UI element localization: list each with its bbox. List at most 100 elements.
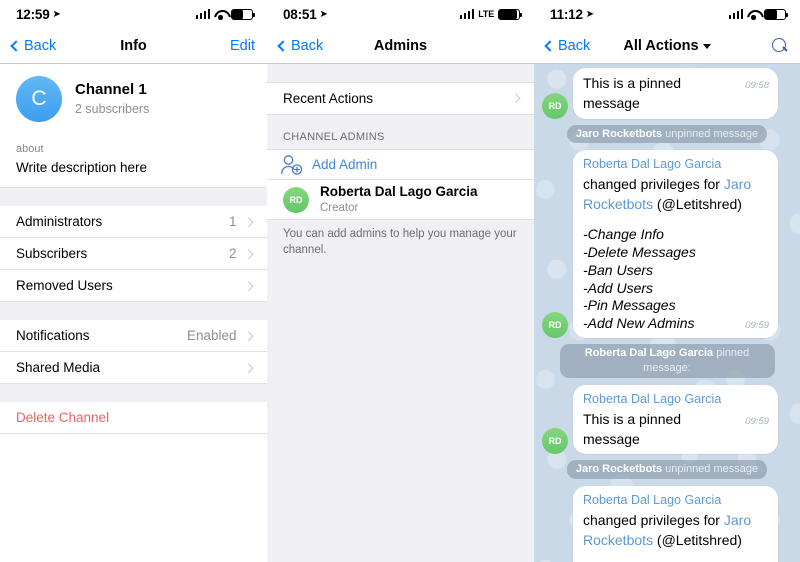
panel-channel-info: 12:59 ➤ Back Info Edit C Channel 1 2 sub… bbox=[0, 0, 267, 562]
privilege-list: -Change Info -Delete Messages -Ban Users… bbox=[583, 226, 769, 333]
avatar: RD bbox=[542, 428, 568, 455]
sidebar-item-removed-users[interactable]: Removed Users bbox=[0, 270, 267, 303]
cellular-signal-icon bbox=[459, 9, 475, 19]
row-value: Enabled bbox=[186, 328, 237, 344]
message-text: changed privileges for Jaro Rocketbots (… bbox=[583, 510, 769, 551]
service-action: unpinned message bbox=[662, 127, 759, 140]
service-action: unpinned message bbox=[662, 463, 759, 476]
status-time: 12:59 bbox=[16, 6, 50, 22]
status-bar-middle: 08:51 ➤ LTE bbox=[267, 0, 534, 28]
status-time: 08:51 bbox=[283, 6, 317, 22]
message-bubble[interactable]: Roberta Dal Lago Garcia changed privileg… bbox=[573, 150, 778, 339]
message-lead: changed privileges for bbox=[583, 176, 724, 193]
chevron-right-icon bbox=[243, 363, 253, 373]
privilege-item: -Pin Messages bbox=[583, 297, 676, 314]
message-row: RD Roberta Dal Lago Garcia This is a pin… bbox=[542, 384, 792, 455]
battery-icon bbox=[231, 8, 256, 20]
list-gap bbox=[267, 64, 534, 82]
battery-icon bbox=[498, 8, 523, 20]
row-label: Subscribers bbox=[16, 246, 88, 262]
privilege-item: -Change Info bbox=[583, 225, 664, 242]
sidebar-item-recent-actions[interactable]: Recent Actions bbox=[267, 82, 534, 115]
message-author: Roberta Dal Lago Garcia bbox=[583, 391, 722, 406]
message-time: 09:58 bbox=[745, 80, 769, 91]
privilege-item: -Add Users bbox=[583, 279, 654, 296]
message-bubble[interactable]: Roberta Dal Lago Garcia changed privileg… bbox=[573, 486, 778, 562]
nav-bar-middle: Back Admins bbox=[267, 28, 534, 64]
about-text: Write description here bbox=[16, 159, 148, 175]
status-time: 11:12 bbox=[550, 6, 583, 22]
message-text: This is a pinned message bbox=[583, 410, 682, 447]
row-label: Shared Media bbox=[16, 360, 101, 376]
avatar: RD bbox=[542, 92, 568, 119]
sidebar-item-notifications[interactable]: Notifications Enabled bbox=[0, 320, 267, 353]
carrier-label: LTE bbox=[478, 9, 494, 19]
service-actor: Roberta Dal Lago Garcia bbox=[584, 347, 714, 360]
privilege-item: -Ban Users bbox=[583, 261, 654, 278]
message-time: 09:59 bbox=[745, 320, 769, 332]
chat-log[interactable]: RD This is a pinned message 09:58 Jaro R… bbox=[534, 64, 800, 562]
search-icon[interactable] bbox=[772, 37, 788, 54]
location-arrow-icon: ➤ bbox=[585, 8, 595, 20]
message-row: RD Roberta Dal Lago Garcia changed privi… bbox=[542, 486, 792, 562]
service-message: Jaro Rocketbots unpinned message bbox=[542, 124, 792, 144]
section-footer-admins: You can add admins to help you manage yo… bbox=[267, 220, 534, 259]
channel-subscribers: 2 subscribers bbox=[75, 101, 150, 116]
message-author: Roberta Dal Lago Garcia bbox=[583, 493, 722, 508]
nav-bar-right: Back All Actions bbox=[534, 28, 800, 64]
privilege-item: -Delete Messages bbox=[583, 243, 696, 260]
status-bar-right: 11:12 ➤ bbox=[534, 0, 800, 28]
sidebar-item-shared-media[interactable]: Shared Media bbox=[0, 352, 267, 385]
sidebar-item-administrators[interactable]: Administrators 1 bbox=[0, 206, 267, 239]
panel-all-actions: 11:12 ➤ Back All Actions RD This is a pi… bbox=[534, 0, 800, 562]
list-gap bbox=[0, 384, 267, 403]
service-actor: Jaro Rocketbots bbox=[575, 463, 663, 476]
chevron-right-icon bbox=[510, 93, 520, 104]
add-admin-label: Add Admin bbox=[312, 157, 378, 172]
avatar: RD bbox=[283, 186, 309, 213]
about-block[interactable]: about Write description here bbox=[0, 134, 267, 189]
message-text: changed privileges for Jaro Rocketbots (… bbox=[583, 174, 769, 215]
add-admin-button[interactable]: Add Admin bbox=[267, 149, 534, 180]
service-actor: Jaro Rocketbots bbox=[575, 127, 663, 140]
list-group-settings: Notifications Enabled Shared Media bbox=[0, 320, 267, 385]
back-button-middle[interactable]: Back bbox=[277, 38, 323, 54]
message-bubble[interactable]: This is a pinned message 09:58 bbox=[573, 68, 778, 119]
message-row: RD Roberta Dal Lago Garcia changed privi… bbox=[542, 150, 792, 339]
avatar: C bbox=[16, 76, 62, 122]
channel-name: Channel 1 bbox=[75, 81, 147, 99]
message-text: This is a pinned message bbox=[583, 75, 682, 112]
row-label: Recent Actions bbox=[283, 91, 374, 106]
message-author: Roberta Dal Lago Garcia bbox=[583, 157, 722, 172]
list-gap bbox=[0, 188, 267, 207]
channel-profile[interactable]: C Channel 1 2 subscribers bbox=[0, 64, 267, 134]
chevron-down-icon bbox=[702, 44, 711, 49]
message-time: 09:59 bbox=[745, 415, 769, 427]
message-handle: (@Letitshred) bbox=[653, 532, 742, 549]
battery-icon bbox=[764, 8, 789, 20]
edit-button[interactable]: Edit bbox=[230, 38, 255, 54]
delete-channel-label: Delete Channel bbox=[16, 410, 110, 426]
row-label: Notifications bbox=[16, 328, 90, 344]
cellular-signal-icon bbox=[728, 9, 743, 19]
list-item-admin[interactable]: RD Roberta Dal Lago Garcia Creator bbox=[267, 180, 534, 220]
row-label: Administrators bbox=[16, 214, 103, 230]
back-button-left[interactable]: Back bbox=[10, 38, 56, 54]
list-group-admins: Add Admin RD Roberta Dal Lago Garcia Cre… bbox=[267, 149, 534, 220]
delete-channel-button[interactable]: Delete Channel bbox=[0, 402, 267, 435]
chevron-right-icon bbox=[243, 217, 253, 227]
admin-role: Creator bbox=[320, 201, 359, 214]
row-label: Removed Users bbox=[16, 278, 113, 294]
message-bubble[interactable]: Roberta Dal Lago Garcia This is a pinned… bbox=[573, 384, 778, 455]
three-phone-screenshot: 12:59 ➤ Back Info Edit C Channel 1 2 sub… bbox=[0, 0, 800, 562]
wifi-icon bbox=[747, 9, 760, 20]
location-arrow-icon: ➤ bbox=[319, 8, 328, 20]
chevron-left-icon bbox=[277, 39, 289, 52]
about-label: about bbox=[16, 143, 44, 155]
list-group-danger: Delete Channel bbox=[0, 402, 267, 435]
privilege-item: -Add New Admins bbox=[583, 315, 695, 332]
section-header-channel-admins: CHANNEL ADMINS bbox=[267, 115, 534, 149]
service-message: Roberta Dal Lago Garcia pinned message: bbox=[542, 344, 792, 378]
sidebar-item-subscribers[interactable]: Subscribers 2 bbox=[0, 238, 267, 271]
all-actions-filter[interactable]: All Actions bbox=[534, 38, 800, 54]
